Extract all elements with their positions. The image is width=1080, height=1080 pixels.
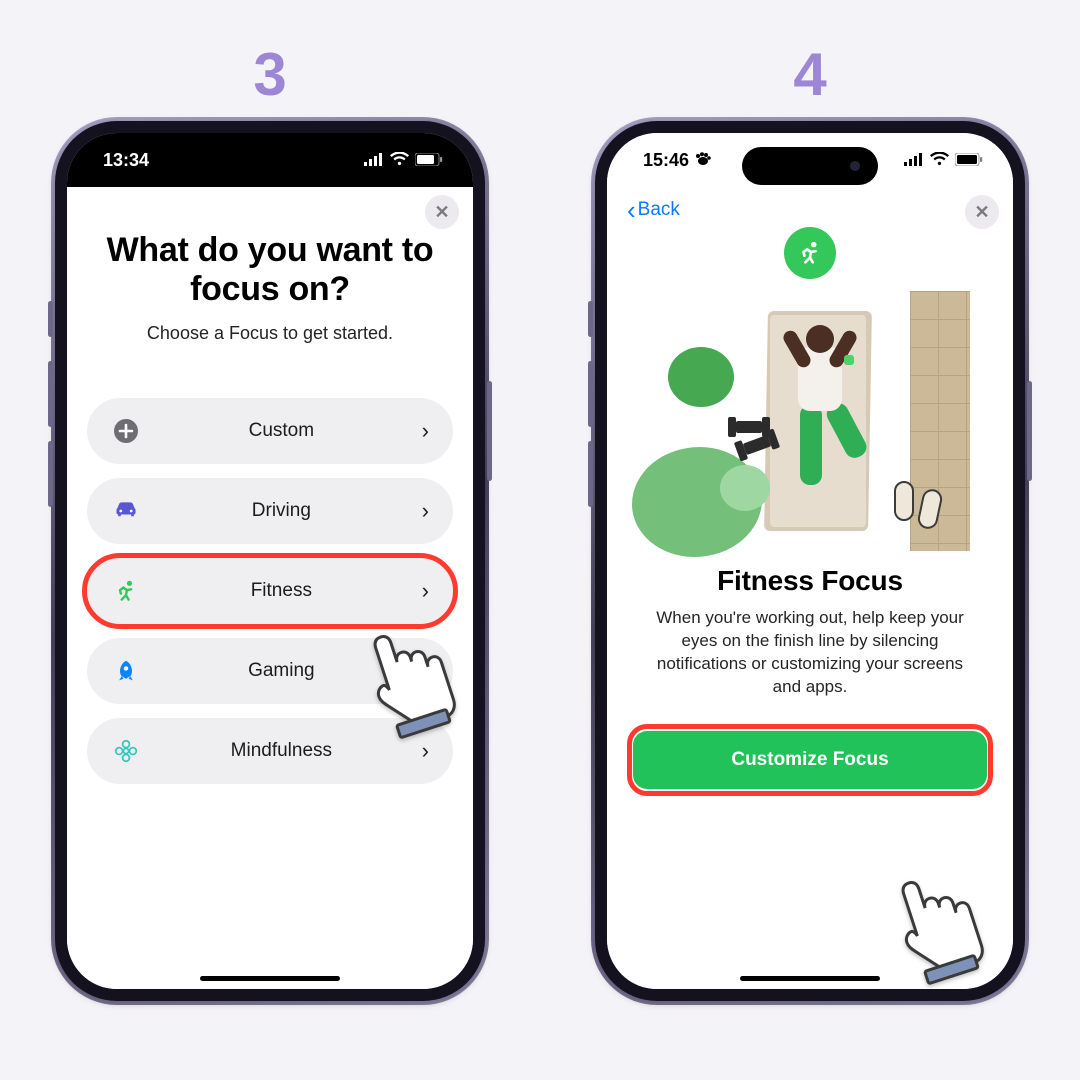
- focus-item-driving[interactable]: Driving ›: [87, 478, 453, 544]
- fitness-badge: [784, 227, 836, 279]
- dynamic-island: [742, 147, 878, 185]
- home-indicator[interactable]: [740, 976, 880, 981]
- page-title: Fitness Focus: [627, 565, 993, 597]
- focus-item-mindfulness[interactable]: Mindfulness ›: [87, 718, 453, 784]
- page-subtitle: Choose a Focus to get started.: [87, 323, 453, 344]
- focus-item-gaming[interactable]: Gaming ›: [87, 638, 453, 704]
- page-description: When you're working out, help keep your …: [645, 607, 975, 699]
- focus-item-label: Fitness: [141, 580, 422, 602]
- plus-icon: [111, 416, 141, 446]
- signal-icon: [364, 150, 384, 171]
- close-button[interactable]: ✕: [425, 195, 459, 229]
- home-indicator[interactable]: [200, 976, 340, 981]
- chevron-right-icon: ›: [422, 658, 429, 684]
- focus-item-custom[interactable]: Custom ›: [87, 398, 453, 464]
- car-icon: [111, 496, 141, 526]
- chevron-right-icon: ›: [422, 418, 429, 444]
- status-time: 13:34: [103, 150, 149, 171]
- wifi-icon: [930, 150, 949, 171]
- back-button[interactable]: ‹ Back: [627, 197, 993, 223]
- step-number-3: 3: [253, 40, 286, 109]
- chevron-right-icon: ›: [422, 578, 429, 604]
- focus-item-label: Mindfulness: [141, 740, 422, 762]
- cta-label: Customize Focus: [731, 749, 888, 771]
- runner-icon: [111, 576, 141, 606]
- phone-frame: 13:34 ✕: [55, 121, 485, 1001]
- flower-icon: [111, 736, 141, 766]
- focus-item-fitness[interactable]: Fitness ›: [87, 558, 453, 624]
- illustration: [650, 291, 970, 551]
- close-button[interactable]: ✕: [965, 195, 999, 229]
- wifi-icon: [390, 150, 409, 171]
- status-time: 15:46: [643, 150, 689, 171]
- focus-item-label: Gaming: [141, 660, 422, 682]
- chevron-right-icon: ›: [422, 738, 429, 764]
- paw-icon: [695, 150, 711, 171]
- battery-icon: [415, 150, 443, 171]
- back-label: Back: [638, 199, 680, 221]
- close-icon: ✕: [434, 202, 449, 223]
- customize-focus-button[interactable]: Customize Focus: [633, 731, 987, 789]
- close-icon: ✕: [974, 202, 989, 223]
- step-number-4: 4: [793, 40, 826, 109]
- phone-frame: 15:46: [595, 121, 1025, 1001]
- focus-item-label: Driving: [141, 500, 422, 522]
- focus-list: Custom › Driving ›: [87, 398, 453, 784]
- signal-icon: [904, 150, 924, 171]
- page-title: What do you want tofocus on?: [87, 231, 453, 309]
- rocket-icon: [111, 656, 141, 686]
- dynamic-island: [207, 147, 333, 183]
- chevron-right-icon: ›: [422, 498, 429, 524]
- battery-icon: [955, 150, 983, 171]
- chevron-left-icon: ‹: [627, 197, 636, 223]
- focus-item-label: Custom: [141, 420, 422, 442]
